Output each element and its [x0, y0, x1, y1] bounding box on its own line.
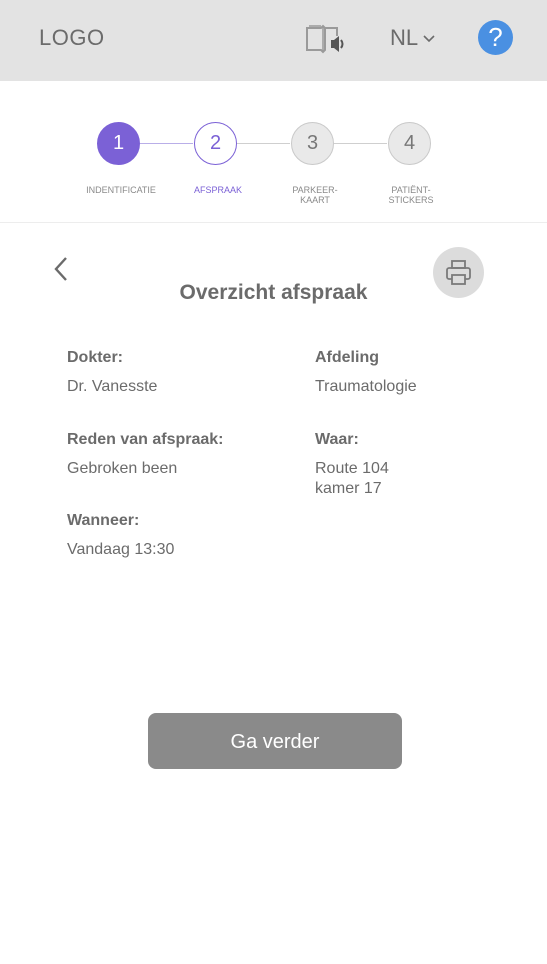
step-connector [140, 143, 193, 144]
chevron-down-icon [423, 35, 435, 43]
step-4-label: PATIËNT- STICKERS [388, 185, 434, 205]
where-route: Route 104 [315, 460, 389, 477]
question-icon: ? [488, 22, 503, 52]
help-button[interactable]: ? [478, 20, 513, 55]
progress-stepper: 1 2 3 4 INDENTIFICATIE AFSPRAAK PARKEER-… [0, 82, 547, 223]
department-value: Traumatologie [315, 378, 417, 395]
language-value: NL [390, 25, 419, 50]
doctor-value: Dr. Vanesste [67, 378, 158, 395]
reason-value: Gebroken been [67, 460, 178, 477]
doctor-label: Dokter: [67, 349, 124, 366]
language-selector[interactable]: NL [390, 25, 436, 51]
when-value: Vandaag 13:30 [67, 541, 175, 558]
step-1-label: INDENTIFICATIE [86, 185, 156, 195]
step-3-label: PARKEER- KAART [292, 185, 338, 205]
step-3-circle[interactable]: 3 [291, 122, 334, 165]
reason-label: Reden van afspraak: [67, 431, 224, 448]
continue-button[interactable]: Ga verder [148, 713, 402, 769]
where-room: kamer 17 [315, 480, 382, 497]
when-label: Wanneer: [67, 512, 140, 529]
page-title: Overzicht afspraak [179, 281, 368, 304]
step-4-circle[interactable]: 4 [388, 122, 431, 165]
step-2-circle[interactable]: 2 [194, 122, 237, 165]
top-bar: LOGO NL ? [0, 0, 547, 81]
step-2-label: AFSPRAAK [193, 185, 242, 195]
audio-book-icon[interactable] [305, 22, 349, 56]
step-connector [237, 143, 290, 144]
step-connector [334, 143, 387, 144]
department-label: Afdeling [315, 349, 379, 366]
where-label: Waar: [315, 431, 359, 448]
logo: LOGO [39, 25, 105, 50]
step-1-circle[interactable]: 1 [97, 122, 140, 165]
